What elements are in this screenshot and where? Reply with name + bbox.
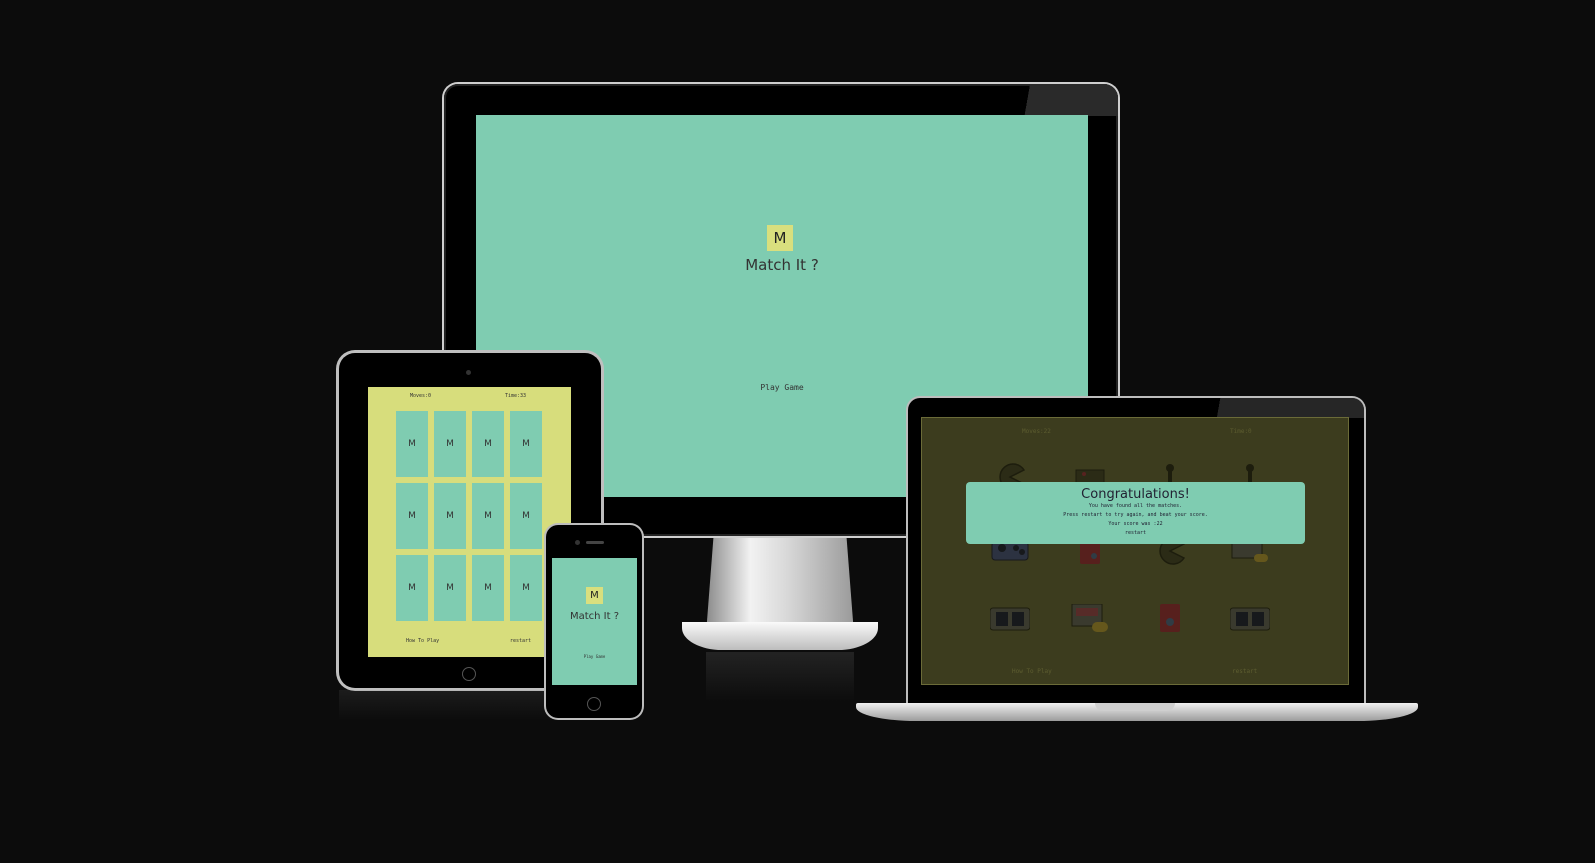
phone-screen: M Match It ? Play Game [552,558,637,685]
logo-badge: M [767,225,793,251]
game-title: Match It ? [569,611,620,622]
modal-line-found: You have found all the matches. [1088,503,1183,509]
how-to-play-button[interactable]: How To Play [406,638,439,644]
modal-restart-button[interactable]: restart [966,529,1305,538]
play-game-button[interactable]: Play Game [552,654,637,659]
memory-card[interactable]: M [396,555,428,621]
congratulations-modal: Congratulations! You have found all the … [966,482,1305,544]
memory-card[interactable]: M [510,483,542,549]
memory-card[interactable]: M [472,555,504,621]
monitor-glare [990,84,1118,116]
how-to-play-button[interactable]: How To Play [1012,668,1052,675]
phone-camera [575,540,580,545]
phone-home-button [587,697,601,711]
moves-counter: Moves:0 [410,393,432,399]
memory-card[interactable]: M [472,411,504,477]
laptop-notch [1095,703,1175,711]
monitor-stand-base [682,622,878,650]
memory-card[interactable]: M [472,483,504,549]
retro-console-icon [1071,604,1108,632]
memory-card[interactable]: M [510,555,542,621]
memory-card[interactable]: M [434,555,466,621]
modal-title: Congratulations! [1081,487,1190,502]
modal-line-score: Your score was :22 [1108,521,1163,527]
memory-card[interactable]: M [510,411,542,477]
memory-card[interactable]: M [396,483,428,549]
moves-counter: Moves:22 [1022,428,1051,435]
laptop-glare [1188,398,1364,418]
tablet-home-button [462,667,476,681]
modal-line-restart: Press restart to try again, and beat you… [1063,512,1208,518]
memory-card[interactable]: M [396,411,428,477]
timer: Time:33 [505,393,527,399]
memory-card[interactable]: M [434,411,466,477]
tablet-camera [466,370,471,375]
laptop-screen: Moves:22 Time:0 How To Play restart [921,417,1349,685]
monitor-reflection [706,652,854,702]
restart-button[interactable]: restart [1232,668,1257,675]
monitor-stand-neck [706,538,854,634]
logo-badge: M [586,587,603,604]
game-title: Match It ? [745,256,819,274]
tablet-screen: Moves:0 Time:33 MMMMMMMMMMMM How To Play… [368,387,571,657]
memory-card[interactable]: M [434,483,466,549]
gameboy-icon [1160,604,1180,632]
phone-speaker [586,541,604,544]
handheld-console-icon [990,607,1030,631]
timer: Time:0 [1230,428,1252,435]
restart-button[interactable]: restart [510,638,531,644]
handheld-console-icon [1230,607,1270,631]
